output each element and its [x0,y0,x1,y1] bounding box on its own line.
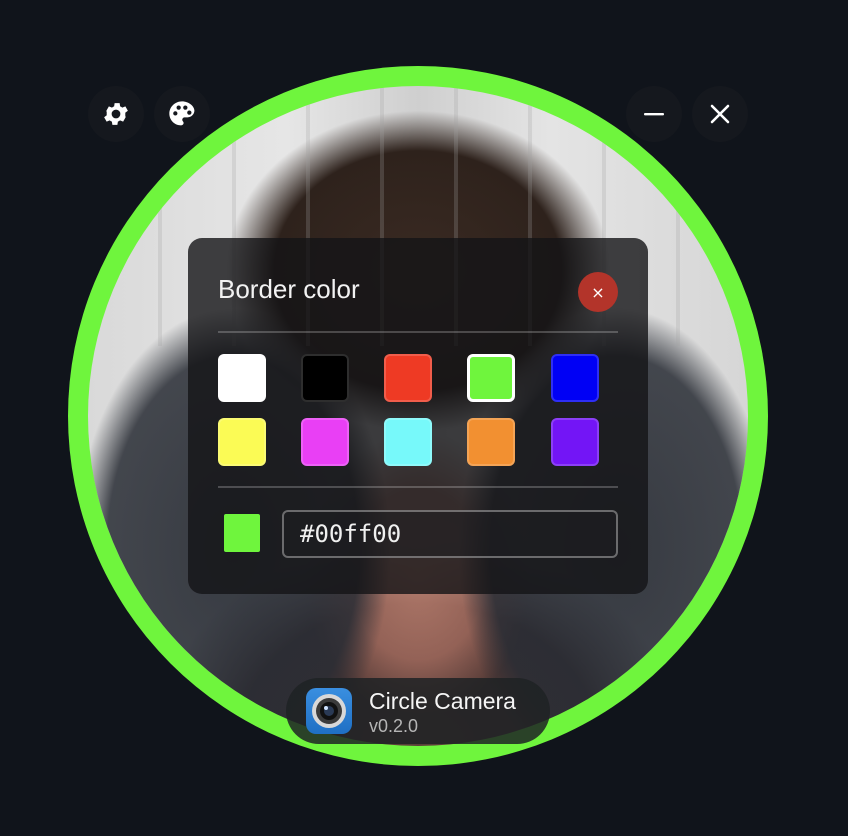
color-swatch[interactable] [467,418,515,466]
dialog-title: Border color [218,274,360,304]
color-swatch[interactable] [218,354,266,402]
hex-color-input[interactable] [282,510,618,558]
settings-button[interactable] [88,86,144,142]
color-swatch[interactable] [551,418,599,466]
color-preview [224,514,260,552]
color-swatch[interactable] [301,354,349,402]
app-version: v0.2.0 [369,716,419,736]
close-icon [710,104,730,124]
border-color-dialog: Border color × [188,238,648,594]
color-swatch[interactable] [301,418,349,466]
camera-lens-icon [306,688,352,734]
color-swatch[interactable] [551,354,599,402]
gear-icon [104,103,128,125]
dialog-close-button[interactable]: × [578,272,618,312]
color-swatch[interactable] [384,354,432,402]
divider [218,486,618,488]
palette-button[interactable] [154,86,210,142]
minimize-button[interactable] [626,86,682,142]
divider [218,331,618,333]
app-badge: Circle Camera v0.2.0 [286,678,550,744]
color-swatch[interactable] [384,418,432,466]
app-name: Circle Camera [369,688,516,714]
color-swatch[interactable] [467,354,515,402]
minimize-icon [644,113,664,116]
camera-window: Border color × Circle Camera v0.2.0 [0,0,848,836]
palette-icon [169,101,195,126]
color-swatch[interactable] [218,418,266,466]
close-window-button[interactable] [692,86,748,142]
